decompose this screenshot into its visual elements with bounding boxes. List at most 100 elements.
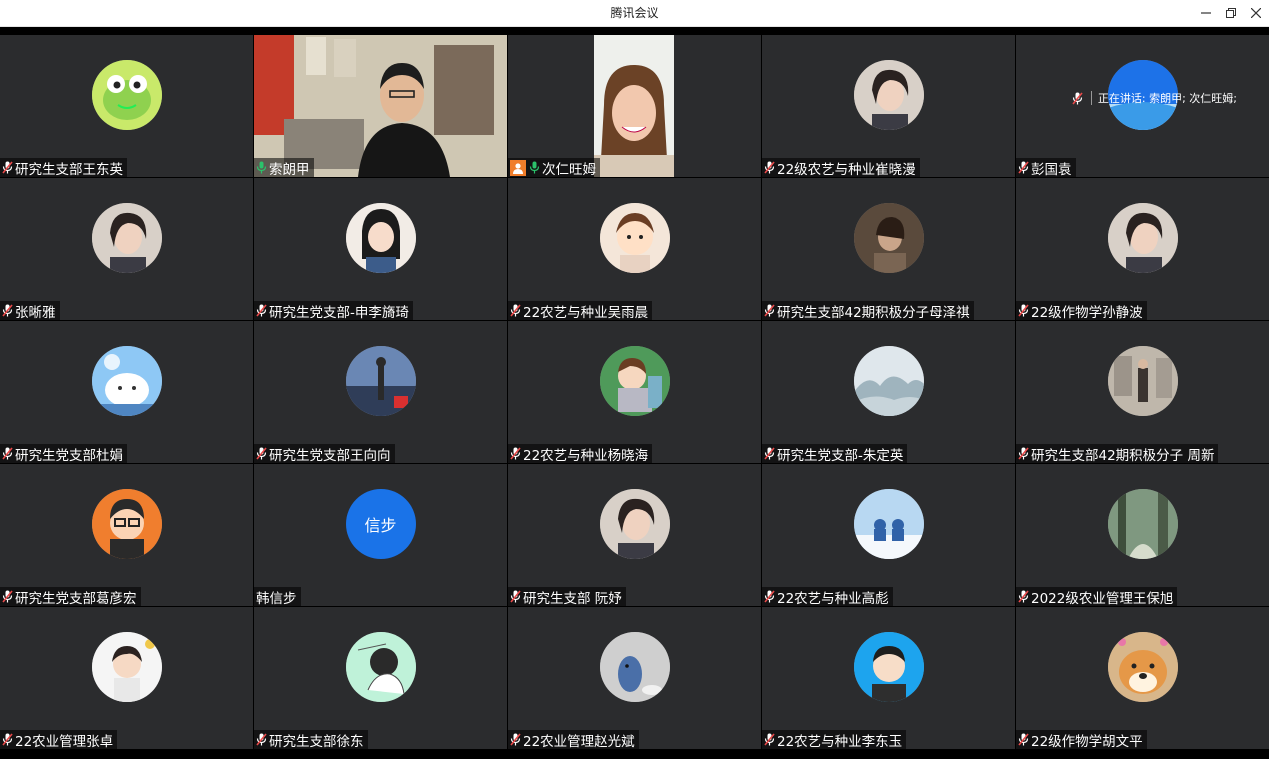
participant-avatar <box>345 632 416 702</box>
participant-avatar <box>599 203 670 273</box>
participant-name: 研究生支部王东英 <box>15 161 123 178</box>
title-bar: 腾讯会议 <box>0 0 1269 27</box>
participant-tile[interactable]: 信步 韩信步 <box>254 464 507 606</box>
participant-avatar <box>1107 203 1178 273</box>
participant-avatar <box>853 60 924 130</box>
minimize-button[interactable] <box>1193 0 1219 26</box>
participant-tile[interactable]: 22级农艺与种业崔晓漫 <box>762 35 1015 177</box>
mic-icon <box>1072 91 1083 105</box>
participant-tile[interactable]: 2022级农业管理王保旭 <box>1016 464 1269 606</box>
participant-tile[interactable]: 22级作物学胡文平 <box>1016 607 1269 749</box>
mic-muted-icon <box>510 304 523 317</box>
video-feed <box>508 35 761 177</box>
participant-name-bar: 研究生党支部王向向 <box>254 444 395 463</box>
participant-avatar <box>1107 632 1178 702</box>
participant-name: 22农业管理张卓 <box>15 733 114 750</box>
participant-tile[interactable]: 正在讲话: 索朗甲; 次仁旺姆; 彭国袁 <box>1016 35 1269 177</box>
participant-tile[interactable]: 研究生支部王东英 <box>0 35 253 177</box>
participant-name-bar: 22农艺与种业杨晓海 <box>508 444 653 464</box>
participant-name-bar: 22级作物学胡文平 <box>1016 730 1147 749</box>
video-grid: 研究生支部王东英 索朗甲 次仁旺姆 22级农艺与种业崔晓漫 正在讲话: 索朗甲; 次仁旺… <box>0 35 1269 749</box>
restore-icon <box>1226 8 1236 18</box>
participant-tile[interactable]: 研究生支部徐东 <box>254 607 507 749</box>
participant-name-bar: 22级作物学孙静波 <box>1016 301 1147 320</box>
participant-name: 次仁旺姆 <box>542 161 596 178</box>
participant-name: 22级农艺与种业崔晓漫 <box>777 161 916 178</box>
mic-muted-icon <box>764 161 777 174</box>
participant-name: 22农艺与种业李东玉 <box>777 733 903 750</box>
participant-name: 研究生支部 阮妤 <box>523 590 622 607</box>
participant-tile[interactable]: 研究生党支部杜娟 <box>0 321 253 463</box>
participant-name-bar: 22农艺与种业高彪 <box>762 587 893 606</box>
mic-muted-icon <box>256 447 269 460</box>
participant-tile[interactable]: 研究生支部42期积极分子 周新 <box>1016 321 1269 463</box>
participant-tile[interactable]: 索朗甲 <box>254 35 507 177</box>
participant-avatar <box>345 346 416 416</box>
mic-muted-icon <box>256 733 269 746</box>
mic-muted-icon <box>764 304 777 317</box>
participant-name: 张晰雅 <box>15 304 56 321</box>
participant-name: 研究生支部42期积极分子 周新 <box>1031 447 1215 464</box>
video-feed <box>254 35 507 177</box>
participant-name-bar: 次仁旺姆 <box>508 158 600 177</box>
participant-avatar <box>91 203 162 273</box>
participant-name: 韩信步 <box>256 590 297 607</box>
participant-name-bar: 研究生支部42期积极分子母泽祺 <box>762 301 974 320</box>
participant-tile[interactable]: 研究生党支部-申李旖琦 <box>254 178 507 320</box>
participant-name-bar: 彭国袁 <box>1016 158 1076 177</box>
close-button[interactable] <box>1243 0 1269 26</box>
window-title: 腾讯会议 <box>610 6 659 20</box>
participant-name: 研究生党支部杜娟 <box>15 447 123 464</box>
participant-name-bar: 研究生党支部-申李旖琦 <box>254 301 413 320</box>
participant-name-bar: 研究生党支部葛彦宏 <box>0 587 141 606</box>
mic-muted-icon <box>510 447 523 460</box>
participant-name: 彭国袁 <box>1031 161 1072 178</box>
participant-tile[interactable]: 研究生党支部-朱定英 <box>762 321 1015 463</box>
participant-name: 22农艺与种业杨晓海 <box>523 447 649 464</box>
participant-name-bar: 2022级农业管理王保旭 <box>1016 587 1178 607</box>
participant-name: 研究生党支部-申李旖琦 <box>269 304 409 321</box>
mic-on-icon <box>256 161 269 174</box>
participant-tile[interactable]: 张晰雅 <box>0 178 253 320</box>
participant-tile[interactable]: 22级作物学孙静波 <box>1016 178 1269 320</box>
speaking-indicator: 正在讲话: 索朗甲; 次仁旺姆; <box>1072 89 1237 107</box>
participant-name-bar: 22农业管理赵光斌 <box>508 730 639 749</box>
participant-name-bar: 张晰雅 <box>0 301 60 320</box>
participant-avatar <box>91 346 162 416</box>
participant-tile[interactable]: 22农艺与种业吴雨晨 <box>508 178 761 320</box>
participant-tile[interactable]: 22农业管理张卓 <box>0 607 253 749</box>
host-user-icon <box>510 159 526 176</box>
participant-avatar <box>853 346 924 416</box>
participant-avatar <box>1107 346 1178 416</box>
participant-name: 研究生党支部葛彦宏 <box>15 590 137 607</box>
close-icon <box>1251 8 1261 18</box>
participant-name: 22农艺与种业吴雨晨 <box>523 304 649 321</box>
participant-tile[interactable]: 22农艺与种业杨晓海 <box>508 321 761 463</box>
participant-name-bar: 研究生党支部杜娟 <box>0 444 127 463</box>
participant-tile[interactable]: 22农艺与种业李东玉 <box>762 607 1015 749</box>
mic-on-icon <box>529 161 542 174</box>
mic-muted-icon <box>1018 304 1031 317</box>
participant-name: 22级作物学胡文平 <box>1031 733 1143 750</box>
participant-name: 研究生党支部-朱定英 <box>777 447 904 464</box>
participant-avatar <box>599 489 670 559</box>
mic-muted-icon <box>2 161 15 174</box>
participant-tile[interactable]: 次仁旺姆 <box>508 35 761 177</box>
participant-name: 研究生支部42期积极分子母泽祺 <box>777 304 970 321</box>
participant-name: 2022级农业管理王保旭 <box>1031 590 1174 607</box>
participant-tile[interactable]: 研究生党支部葛彦宏 <box>0 464 253 606</box>
top-band <box>0 27 1269 35</box>
participant-tile[interactable]: 研究生支部 阮妤 <box>508 464 761 606</box>
mic-muted-icon <box>764 590 777 603</box>
participant-avatar <box>91 632 162 702</box>
mic-muted-icon <box>2 733 15 746</box>
participant-name: 索朗甲 <box>269 161 310 178</box>
divider <box>1090 91 1092 105</box>
participant-tile[interactable]: 22农业管理赵光斌 <box>508 607 761 749</box>
participant-tile[interactable]: 研究生党支部王向向 <box>254 321 507 463</box>
participant-tile[interactable]: 22农艺与种业高彪 <box>762 464 1015 606</box>
mic-muted-icon <box>764 733 777 746</box>
participant-tile[interactable]: 研究生支部42期积极分子母泽祺 <box>762 178 1015 320</box>
mic-muted-icon <box>510 733 523 746</box>
restore-button[interactable] <box>1218 0 1244 26</box>
